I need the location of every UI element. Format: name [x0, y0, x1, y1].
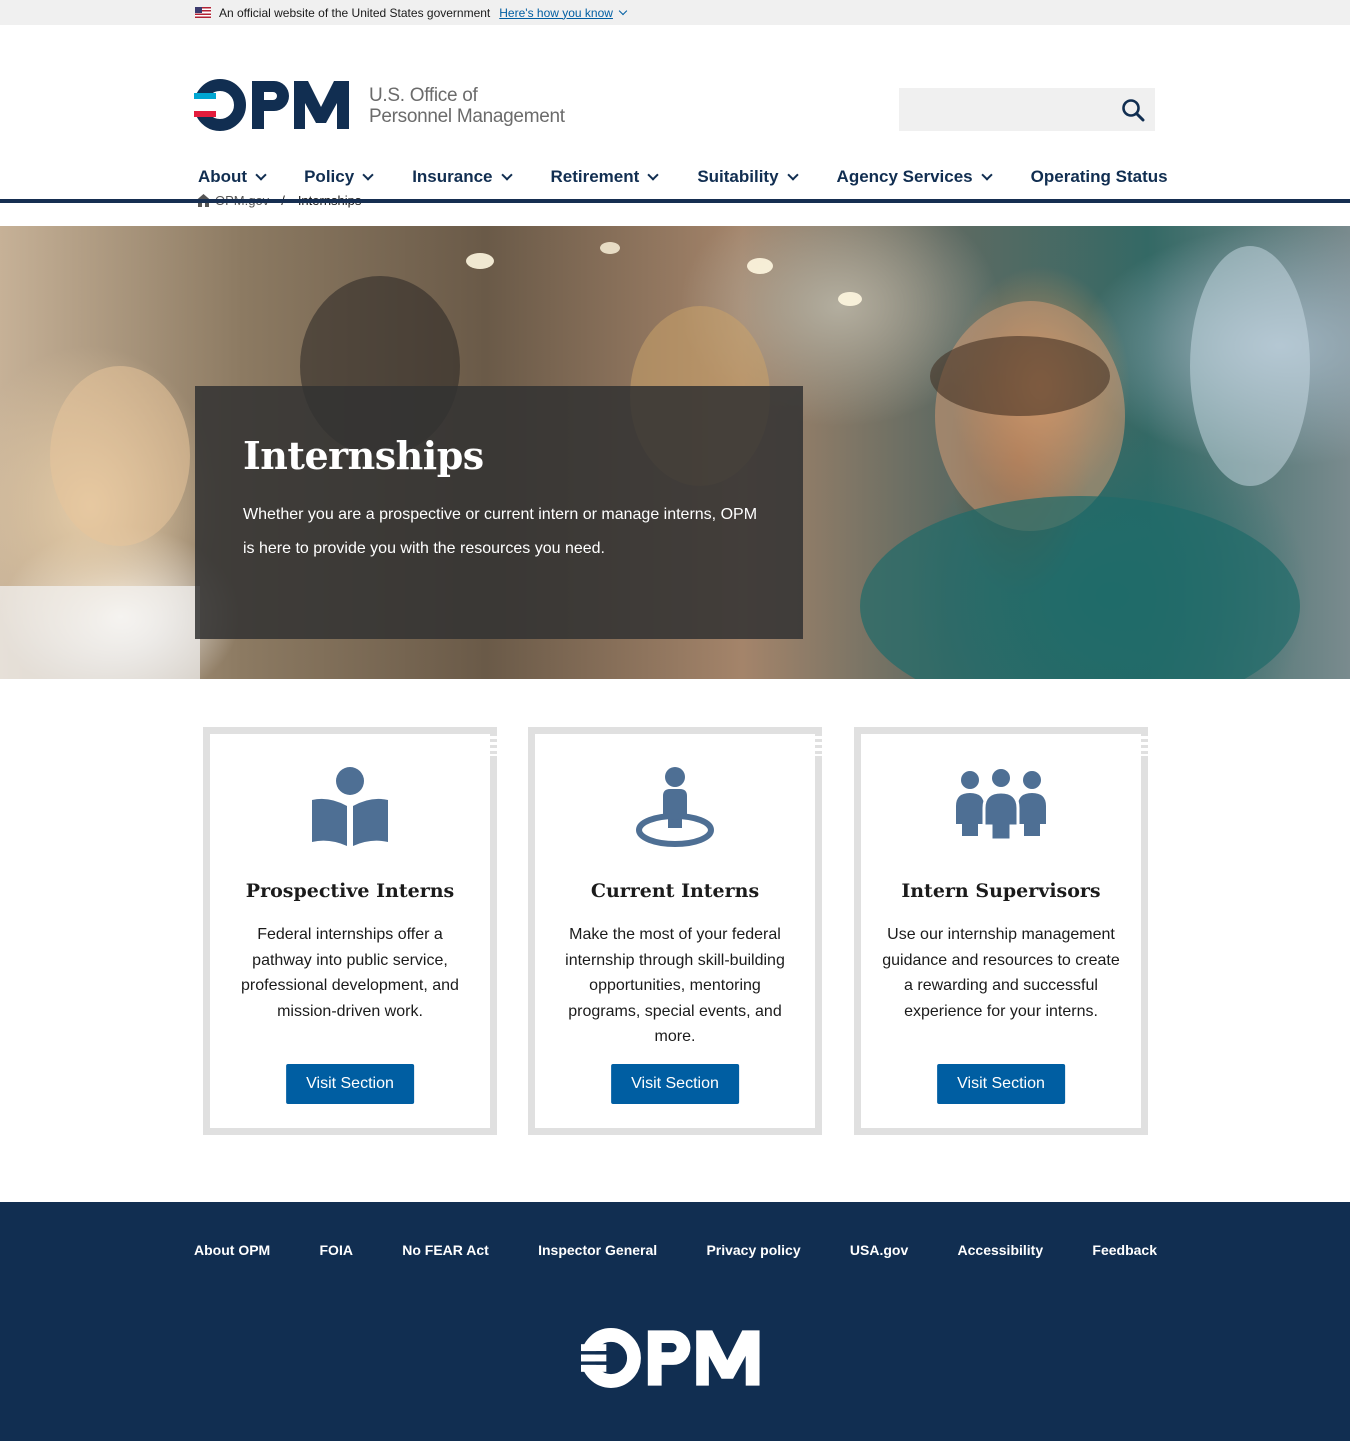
hero-banner: Internships Whether you are a prospectiv… [0, 226, 1350, 679]
nav-item-retirement[interactable]: Retirement [550, 163, 659, 191]
visit-section-button[interactable]: Visit Section [611, 1064, 739, 1104]
book-reader-icon [312, 767, 388, 846]
how-you-know-link[interactable]: Here's how you know [499, 6, 628, 20]
card-current-interns: Current Interns Make the most of your fe… [528, 727, 822, 1135]
card-decoration [490, 736, 497, 756]
card-description: Make the most of your federal internship… [565, 926, 785, 1045]
official-banner: An official website of the United States… [0, 0, 1350, 25]
nav-item-label: Retirement [550, 167, 640, 186]
card-title: Prospective Interns [245, 880, 455, 902]
card-description: Use our internship management guidance a… [882, 926, 1120, 1020]
hero-description: Whether you are a prospective or current… [243, 506, 758, 557]
nav-item-suitability[interactable]: Suitability [697, 163, 799, 191]
nav-item-label: Operating Status [1030, 167, 1168, 186]
hero-card: Internships Whether you are a prospectiv… [195, 386, 803, 639]
footer-link-accessibility[interactable]: Accessibility [958, 1242, 1044, 1258]
person-location-icon [636, 767, 714, 847]
main-nav: About Policy Insurance Retirement Suitabilit… [198, 163, 1168, 191]
footer-link-about-opm[interactable]: About OPM [194, 1242, 270, 1258]
official-banner-text: An official website of the United States… [219, 5, 491, 20]
visit-section-button[interactable]: Visit Section [286, 1064, 414, 1104]
card-intern-supervisors: Intern Supervisors Use our internship ma… [854, 727, 1148, 1135]
nav-item-policy[interactable]: Policy [304, 163, 374, 191]
chevron-down-icon [500, 168, 513, 181]
nav-item-agency-services[interactable]: Agency Services [836, 163, 993, 191]
footer-link-privacy-policy[interactable]: Privacy policy [706, 1242, 800, 1258]
site-footer: About OPM FOIA No FEAR Act Inspector Genera… [0, 1202, 1350, 1441]
page-title: Internships [243, 433, 484, 478]
group-icon [956, 768, 1046, 842]
card-title: Current Interns [590, 880, 760, 902]
search-input[interactable] [899, 88, 1109, 131]
card-title: Intern Supervisors [901, 880, 1101, 902]
chevron-down-icon [786, 168, 799, 181]
opm-logo[interactable]: U.S. Office of Personnel Management [194, 79, 565, 131]
nav-item-label: Insurance [412, 167, 493, 186]
nav-item-label: Suitability [697, 167, 779, 186]
chevron-down-icon [362, 168, 374, 181]
section-cards: Prospective Interns Federal internships … [0, 679, 1350, 1199]
footer-link-usa-gov[interactable]: USA.gov [850, 1242, 908, 1258]
footer-link-feedback[interactable]: Feedback [1092, 1242, 1157, 1258]
nav-item-about[interactable]: About [198, 163, 267, 191]
footer-opm-logo[interactable] [581, 1328, 763, 1393]
chevron-down-icon [255, 168, 267, 181]
card-decoration [1141, 736, 1148, 756]
search-icon[interactable] [1121, 98, 1145, 122]
chevron-down-icon [618, 6, 628, 15]
footer-link-inspector-general[interactable]: Inspector General [538, 1242, 657, 1258]
us-flag-icon [195, 7, 211, 18]
chevron-down-icon [980, 168, 993, 181]
nav-item-label: Agency Services [836, 167, 973, 186]
nav-item-operating-status[interactable]: Operating Status [1031, 163, 1168, 191]
org-name: U.S. Office of Personnel Management [369, 85, 565, 127]
site-header: U.S. Office of Personnel Management Abou… [0, 25, 1350, 203]
search-box [899, 88, 1155, 131]
card-prospective-interns: Prospective Interns Federal internships … [203, 727, 497, 1135]
nav-item-label: Policy [304, 167, 355, 186]
chevron-down-icon [647, 168, 659, 181]
nav-divider [0, 199, 1350, 203]
footer-links: About OPM FOIA No FEAR Act Inspector Genera… [194, 1242, 1157, 1258]
visit-section-button[interactable]: Visit Section [937, 1064, 1065, 1104]
footer-link-foia[interactable]: FOIA [320, 1242, 353, 1258]
opm-logo-mark [194, 79, 349, 131]
card-description: Federal internships offer a pathway into… [241, 926, 459, 1020]
opm-logo-mark [581, 1328, 760, 1388]
card-decoration [815, 736, 822, 756]
footer-link-no-fear-act[interactable]: No FEAR Act [402, 1242, 489, 1258]
nav-item-insurance[interactable]: Insurance [412, 163, 513, 191]
nav-item-label: About [198, 167, 248, 186]
